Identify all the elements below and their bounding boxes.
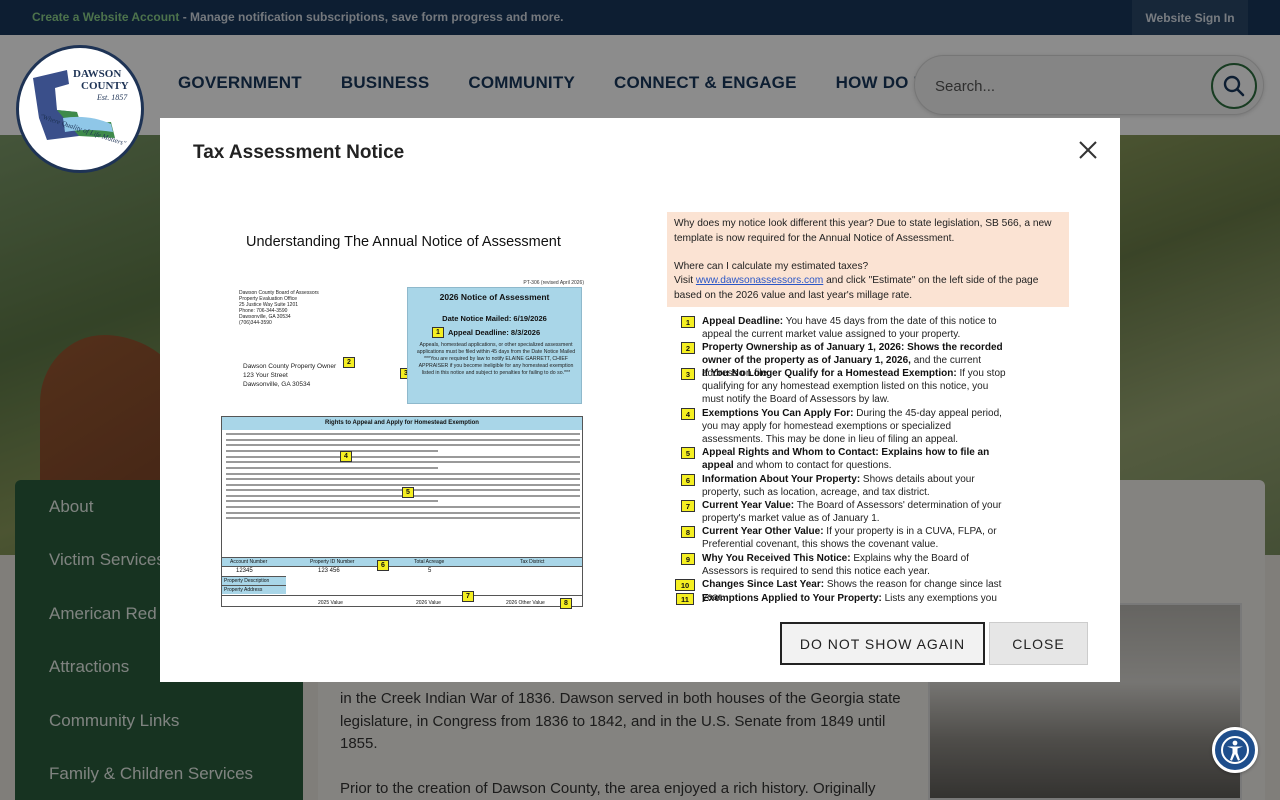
explanation-number: 7: [681, 500, 695, 512]
explanation-number: 6: [681, 474, 695, 486]
explanation-number: 5: [681, 447, 695, 459]
explanation-number: 11: [676, 593, 694, 605]
modal-title: Tax Assessment Notice: [193, 142, 405, 163]
explanation-term: Exemptions Applied to Your Property:: [702, 593, 882, 604]
notice-box-text: Appeals, homestead applications, or othe…: [416, 342, 576, 376]
explanation-term: Why You Received This Notice:: [702, 553, 851, 564]
intro-why-different: Why does my notice look different this y…: [674, 218, 1052, 244]
explanation-number: 1: [681, 316, 695, 328]
notice-property-table: Account Number Property ID Number Total …: [222, 557, 582, 608]
explanation-text: Lists any exemptions you: [881, 593, 997, 604]
notice-date-mailed: Date Notice Mailed: 6/19/2026: [442, 314, 547, 323]
notice-summary-box: 2026 Notice of Assessment Date Notice Ma…: [407, 287, 582, 404]
close-button[interactable]: CLOSE: [989, 622, 1088, 665]
county-map-icon: [33, 70, 115, 140]
table-cell: 123 456: [318, 568, 340, 574]
logo-established: Est. 1857: [97, 93, 128, 102]
table-row-label: Property Address: [224, 587, 263, 593]
rights-body-text: [226, 433, 580, 523]
table-header: Total Acreage: [414, 559, 445, 565]
explanation-term: Current Year Other Value:: [702, 526, 824, 537]
tax-assessment-modal: Tax Assessment Notice Understanding The …: [160, 118, 1120, 682]
intro-visit-prefix: Visit: [674, 275, 696, 286]
notice-form-id: PT-306 (revised April 2026): [523, 280, 584, 286]
notice-marker: 1: [432, 327, 444, 338]
table-header: Tax District: [520, 559, 545, 565]
notice-marker: 7: [462, 591, 474, 602]
explanation-number: 10: [675, 579, 695, 591]
notice-marker: 2: [343, 357, 355, 368]
owner-line: Dawson County Property Owner: [243, 363, 337, 370]
table-row-label: Property Description: [224, 578, 270, 584]
explanation-term: Current Year Value:: [702, 500, 795, 511]
explanation-number: 9: [681, 553, 695, 565]
value-header: 2026 Other Value: [506, 600, 545, 606]
accessibility-icon: [1221, 736, 1249, 764]
notice-rights-section: Rights to Appeal and Apply for Homestead…: [221, 416, 583, 609]
explanation-term: Exemptions You Can Apply For:: [702, 408, 854, 419]
explanation-term: Information About Your Property:: [702, 474, 861, 485]
explanation-number: 3: [681, 368, 695, 380]
explanation-term: If You No Longer Qualify for a Homestead…: [702, 368, 957, 379]
explanation-number: 8: [681, 526, 695, 538]
notice-marker: 4: [340, 451, 352, 462]
notice-intro-box: Why does my notice look different this y…: [667, 212, 1069, 307]
notice-appeal-deadline: Appeal Deadline: 8/3/2026: [448, 328, 541, 337]
table-cell: 12345: [236, 568, 253, 574]
table-header: Property ID Number: [310, 559, 355, 565]
intro-where-calculate: Where can I calculate my estimated taxes…: [674, 261, 869, 272]
assessors-website-link[interactable]: www.dawsonassessors.com: [696, 275, 823, 286]
close-icon: [1079, 141, 1097, 159]
notice-box-heading: 2026 Notice of Assessment: [439, 292, 550, 302]
notice-marker: 5: [402, 487, 414, 498]
notice-title: Understanding The Annual Notice of Asses…: [246, 234, 561, 250]
assessment-notice-sample: Understanding The Annual Notice of Asses…: [220, 212, 584, 609]
explanation-term: Appeal Deadline:: [702, 316, 784, 327]
office-line: (706)344-3590: [239, 320, 272, 326]
notice-explanation: Why does my notice look different this y…: [667, 212, 1069, 607]
logo-name-line2: COUNTY: [81, 80, 129, 92]
table-header: Account Number: [230, 559, 268, 565]
explanation-text: and whom to contact for questions.: [733, 460, 892, 471]
rights-heading: Rights to Appeal and Apply for Homestead…: [222, 417, 582, 430]
explanation-number: 4: [681, 408, 695, 420]
accessibility-button[interactable]: [1212, 727, 1258, 773]
notice-marker: 6: [377, 560, 389, 571]
explanation-term: Changes Since Last Year:: [702, 579, 825, 590]
notice-owner-address: Dawson County Property Owner 123 Your St…: [243, 362, 336, 389]
notice-office-address: Dawson County Board of Assessors Propert…: [239, 290, 319, 326]
owner-line: 123 Your Street: [243, 372, 288, 379]
county-logo[interactable]: DAWSON COUNTY Est. 1857 "Where Quality o…: [16, 45, 144, 173]
explanation-number: 2: [681, 342, 695, 354]
table-cell: 5: [428, 568, 432, 574]
notice-marker: 8: [560, 598, 572, 609]
owner-line: Dawsonville, GA 30534: [243, 381, 311, 388]
logo-name-line1: DAWSON: [73, 68, 122, 80]
intro-visit-text: Visit www.dawsonassessors.com and click …: [674, 274, 1064, 303]
value-header: 2026 Value: [416, 600, 441, 606]
modal-close-button[interactable]: [1076, 138, 1100, 162]
do-not-show-again-button[interactable]: DO NOT SHOW AGAIN: [780, 622, 985, 665]
value-header: 2025 Value: [318, 600, 343, 606]
